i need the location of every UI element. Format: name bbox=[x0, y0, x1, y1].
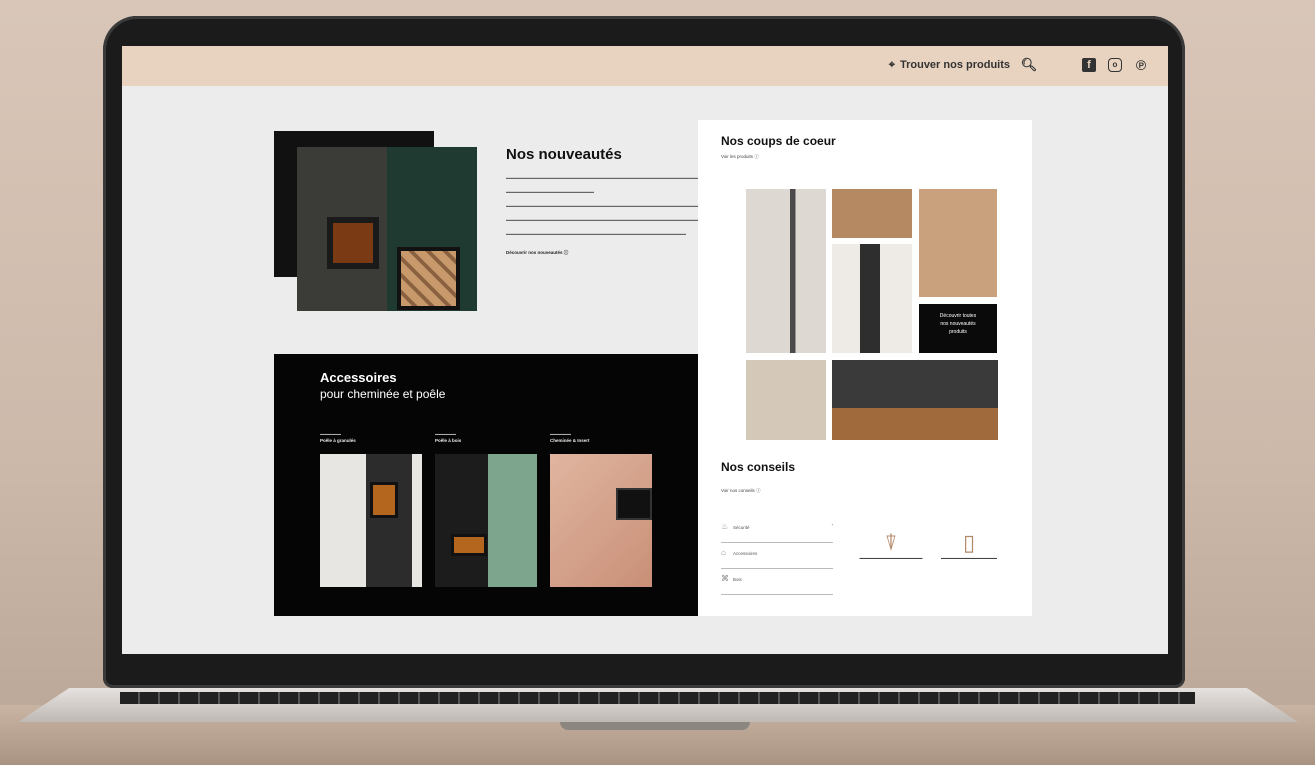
category-kicker: ▬▬▬▬▬▬ bbox=[320, 432, 341, 436]
product-image[interactable] bbox=[919, 189, 997, 297]
site-header: ⌖ Trouver nos produits 🔍︎ f o ℗ bbox=[122, 46, 1168, 86]
news-hero-image[interactable] bbox=[274, 131, 477, 311]
advice-tip[interactable]: ⌂ Accessoires bbox=[721, 548, 833, 569]
door-icon: ▯ bbox=[962, 530, 976, 555]
favorites-link[interactable]: Voir les produits ⓘ bbox=[721, 154, 759, 160]
advice-section: Nos conseils Voir nos conseils ⓘ bbox=[721, 460, 796, 493]
news-text-line: ▬▬▬▬▬▬▬▬▬▬▬▬▬▬▬▬▬▬▬▬▬▬ bbox=[506, 189, 594, 194]
wood-stove-image bbox=[435, 454, 537, 587]
stove-fire-image bbox=[327, 217, 379, 269]
tag-icon: ⌂ bbox=[721, 548, 726, 557]
category-kicker: ▬▬▬▬▬▬ bbox=[550, 432, 571, 436]
category-label: Poêle à bois bbox=[435, 438, 462, 443]
instagram-icon[interactable]: o bbox=[1108, 58, 1122, 72]
search-icon[interactable]: 🔍︎ bbox=[1020, 56, 1038, 74]
category-label: Poêle à granulés bbox=[320, 438, 356, 443]
advice-title: Nos conseils bbox=[721, 460, 796, 474]
category-pellet-stove[interactable]: ▬▬▬▬▬▬ Poêle à granulés bbox=[320, 432, 424, 587]
accessories-subtitle: pour cheminée et poêle bbox=[320, 387, 446, 401]
product-image[interactable] bbox=[832, 360, 998, 440]
news-text-line: ▬▬▬▬▬▬▬▬▬▬▬▬▬▬▬▬▬▬▬▬▬▬▬▬▬▬▬▬▬▬▬▬▬▬▬▬▬▬▬▬… bbox=[506, 175, 850, 180]
category-fireplace-insert[interactable]: ▬▬▬▬▬▬ Cheminée & Insert bbox=[550, 432, 654, 587]
advice-card[interactable]: ▯ ▬▬▬▬▬▬▬▬▬▬▬▬▬▬▬▬ bbox=[936, 530, 1002, 560]
advice-card[interactable]: ⍒ ▬▬▬▬▬▬▬▬▬▬▬▬▬▬▬▬▬▬ bbox=[858, 530, 924, 560]
pinterest-icon[interactable]: ℗ bbox=[1132, 56, 1150, 74]
news-text-line: ▬▬▬▬▬▬▬▬▬▬▬▬▬▬▬▬▬▬▬▬▬▬▬▬▬▬▬▬▬▬▬▬▬▬▬▬▬▬▬▬… bbox=[506, 217, 882, 222]
log-icon: ⌘ bbox=[721, 574, 729, 583]
category-kicker: ▬▬▬▬▬▬ bbox=[435, 432, 456, 436]
log-holder-image bbox=[397, 247, 460, 310]
advice-tip[interactable]: ⌘ Bois bbox=[721, 574, 833, 595]
product-image[interactable] bbox=[832, 189, 912, 238]
category-label: Cheminée & Insert bbox=[550, 438, 590, 443]
product-image[interactable] bbox=[746, 360, 826, 440]
laptop-hinge bbox=[560, 722, 750, 730]
favorites-section: Nos coups de coeur Voir les produits ⓘ D… bbox=[698, 120, 1032, 616]
find-products-link[interactable]: ⌖ Trouver nos produits bbox=[889, 59, 1010, 72]
pellet-stove-image bbox=[320, 454, 422, 587]
product-image[interactable] bbox=[832, 244, 912, 353]
accessories-title: Accessoires bbox=[320, 370, 397, 385]
product-image[interactable] bbox=[746, 189, 826, 353]
news-title: Nos nouveautés bbox=[506, 146, 622, 163]
accessories-section: Accessoires pour cheminée et poêle ▬▬▬▬▬… bbox=[274, 354, 698, 616]
lamp-icon: ⍒ bbox=[884, 530, 898, 555]
chevron-right-icon: › bbox=[831, 522, 834, 527]
keyboard bbox=[120, 692, 1195, 704]
advice-link[interactable]: Voir nos conseils ⓘ bbox=[721, 488, 801, 494]
location-pin-icon: ⌖ bbox=[888, 59, 895, 71]
facebook-icon[interactable]: f bbox=[1082, 58, 1096, 72]
news-more-link[interactable]: Découvrir nos nouveautés ⓘ bbox=[506, 250, 691, 256]
favorites-title: Nos coups de coeur bbox=[721, 134, 836, 148]
news-text-line: ▬▬▬▬▬▬▬▬▬▬▬▬▬▬▬▬▬▬▬▬▬▬▬▬▬▬▬▬▬▬▬▬▬▬▬▬▬▬▬▬… bbox=[506, 203, 730, 208]
advice-card-text: ▬▬▬▬▬▬▬▬▬▬▬▬▬▬▬▬▬▬ bbox=[859, 556, 923, 560]
insert-image bbox=[616, 488, 652, 520]
category-wood-stove[interactable]: ▬▬▬▬▬▬ Poêle à bois bbox=[435, 432, 539, 587]
new-products-promo[interactable]: Découvrir toutes nos nouveautés produits bbox=[919, 304, 997, 353]
stove-flame-image bbox=[370, 482, 398, 518]
fireplace-insert-image bbox=[550, 454, 652, 587]
news-text-line: ▬▬▬▬▬▬▬▬▬▬▬▬▬▬▬▬▬▬▬▬▬▬▬▬▬▬▬▬▬▬▬▬▬▬▬▬▬▬▬▬… bbox=[506, 231, 686, 236]
laptop-screen: ⌖ Trouver nos produits 🔍︎ f o ℗ Nos nouve… bbox=[122, 46, 1168, 654]
flame-icon: ♨ bbox=[721, 522, 729, 531]
hero-stove-photo bbox=[297, 147, 477, 311]
stove-flame-image bbox=[451, 534, 487, 556]
news-section: Nos nouveautés ▬▬▬▬▬▬▬▬▬▬▬▬▬▬▬▬▬▬▬▬▬▬▬▬▬… bbox=[506, 146, 882, 256]
advice-tip[interactable]: ♨ Sécurité › bbox=[721, 522, 833, 543]
advice-card-text: ▬▬▬▬▬▬▬▬▬▬▬▬▬▬▬▬ bbox=[941, 556, 997, 560]
